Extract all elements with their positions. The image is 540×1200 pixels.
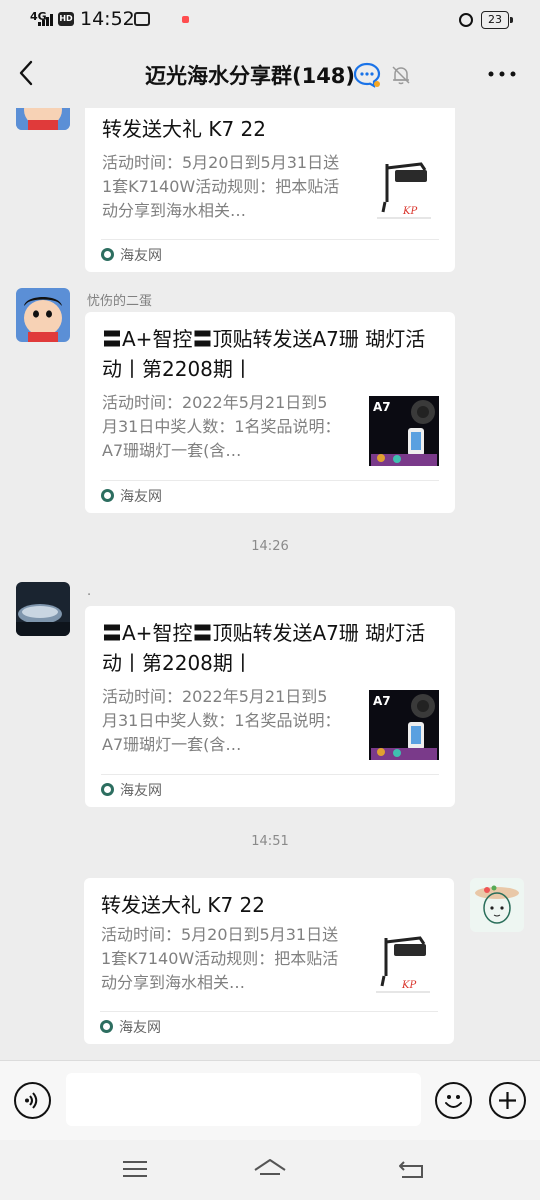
card-divider bbox=[100, 1011, 438, 1012]
add-attachment-button[interactable] bbox=[489, 1082, 526, 1119]
sender-avatar[interactable] bbox=[16, 288, 70, 342]
source-logo-icon bbox=[100, 1020, 113, 1033]
hd-badge: HD bbox=[58, 12, 74, 26]
menu-icon[interactable] bbox=[120, 1156, 150, 1182]
source-logo-icon bbox=[101, 783, 114, 796]
card-source: 海友网 bbox=[100, 1017, 161, 1037]
system-navigation-bar bbox=[0, 1140, 540, 1200]
card-divider bbox=[101, 480, 439, 481]
more-options-icon[interactable] bbox=[486, 64, 518, 84]
status-time: 14:52 bbox=[80, 8, 135, 30]
brand-logo: KP bbox=[401, 980, 416, 991]
home-icon[interactable] bbox=[252, 1156, 288, 1182]
mute-bell-icon bbox=[392, 66, 410, 85]
card-divider bbox=[101, 774, 439, 775]
link-card[interactable]: 转发送大礼 K7 22 活动时间：5月20日到5月31日送1套K7140W活动规… bbox=[85, 108, 455, 272]
timestamp-divider: 14:26 bbox=[251, 539, 289, 554]
battery-icon: 23 bbox=[481, 11, 513, 29]
signal-icon bbox=[38, 14, 56, 26]
card-thumbnail-image: KP bbox=[368, 928, 438, 998]
card-title: 〓A+智控〓顶贴转发送A7珊 瑚灯活动丨第2208期丨 bbox=[102, 621, 426, 675]
brand-logo: KP bbox=[402, 206, 417, 217]
timestamp-divider: 14:51 bbox=[251, 834, 289, 849]
card-description: 活动时间：5月20日到5月31日送1套K7140W活动规则：把本贴活动分享到海水… bbox=[101, 925, 339, 992]
link-card[interactable]: 转发送大礼 K7 22 活动时间：5月20日到5月31日送1套K7140W活动规… bbox=[84, 878, 454, 1044]
alarm-icon bbox=[459, 13, 473, 27]
sender-avatar[interactable] bbox=[16, 108, 70, 130]
sender-avatar[interactable] bbox=[16, 582, 70, 636]
status-bar: 4G HD 14:52 23 bbox=[0, 0, 540, 40]
card-thumbnail-image: A7 bbox=[369, 690, 439, 760]
voice-input-button[interactable] bbox=[14, 1082, 51, 1119]
card-source: 海友网 bbox=[101, 780, 162, 800]
notification-app-icon bbox=[134, 12, 150, 26]
link-card[interactable]: 〓A+智控〓顶贴转发送A7珊 瑚灯活动丨第2208期丨 活动时间：2022年5月… bbox=[85, 606, 455, 807]
notification-dot-icon bbox=[182, 16, 189, 23]
chat-header: 迈光海水分享群(148) bbox=[0, 40, 540, 108]
card-description: 活动时间：2022年5月21日到5月31日中奖人数：1名奖品说明：A7珊瑚灯一套… bbox=[102, 687, 341, 754]
card-title: 〓A+智控〓顶贴转发送A7珊 瑚灯活动丨第2208期丨 bbox=[102, 327, 426, 381]
link-card[interactable]: 〓A+智控〓顶贴转发送A7珊 瑚灯活动丨第2208期丨 活动时间：2022年5月… bbox=[85, 312, 455, 513]
card-title: 转发送大礼 K7 22 bbox=[101, 893, 266, 917]
thumb-label: A7 bbox=[373, 400, 391, 414]
card-source: 海友网 bbox=[101, 245, 162, 265]
sender-name: 忧伤的二蛋 bbox=[87, 294, 153, 309]
my-avatar[interactable] bbox=[470, 878, 524, 932]
source-logo-icon bbox=[101, 489, 114, 502]
card-title: 转发送大礼 K7 22 bbox=[102, 117, 267, 141]
message-input[interactable] bbox=[66, 1073, 421, 1126]
group-chat-icon bbox=[353, 62, 381, 88]
back-nav-icon[interactable] bbox=[396, 1156, 426, 1182]
chat-title: 迈光海水分享群(148) bbox=[144, 64, 356, 88]
emoji-button[interactable] bbox=[435, 1082, 472, 1119]
card-source: 海友网 bbox=[101, 486, 162, 506]
card-divider bbox=[101, 239, 439, 240]
message-list[interactable]: 转发送大礼 K7 22 活动时间：5月20日到5月31日送1套K7140W活动规… bbox=[0, 108, 540, 1060]
card-thumbnail-image: A7 bbox=[369, 396, 439, 466]
source-logo-icon bbox=[101, 248, 114, 261]
card-thumbnail-image: KP bbox=[369, 154, 439, 224]
card-description: 活动时间：5月20日到5月31日送1套K7140W活动规则：把本贴活动分享到海水… bbox=[102, 153, 340, 220]
sender-name: . bbox=[87, 584, 92, 599]
input-bar bbox=[0, 1060, 540, 1140]
card-description: 活动时间：2022年5月21日到5月31日中奖人数：1名奖品说明：A7珊瑚灯一套… bbox=[102, 393, 341, 460]
thumb-label: A7 bbox=[373, 694, 391, 708]
